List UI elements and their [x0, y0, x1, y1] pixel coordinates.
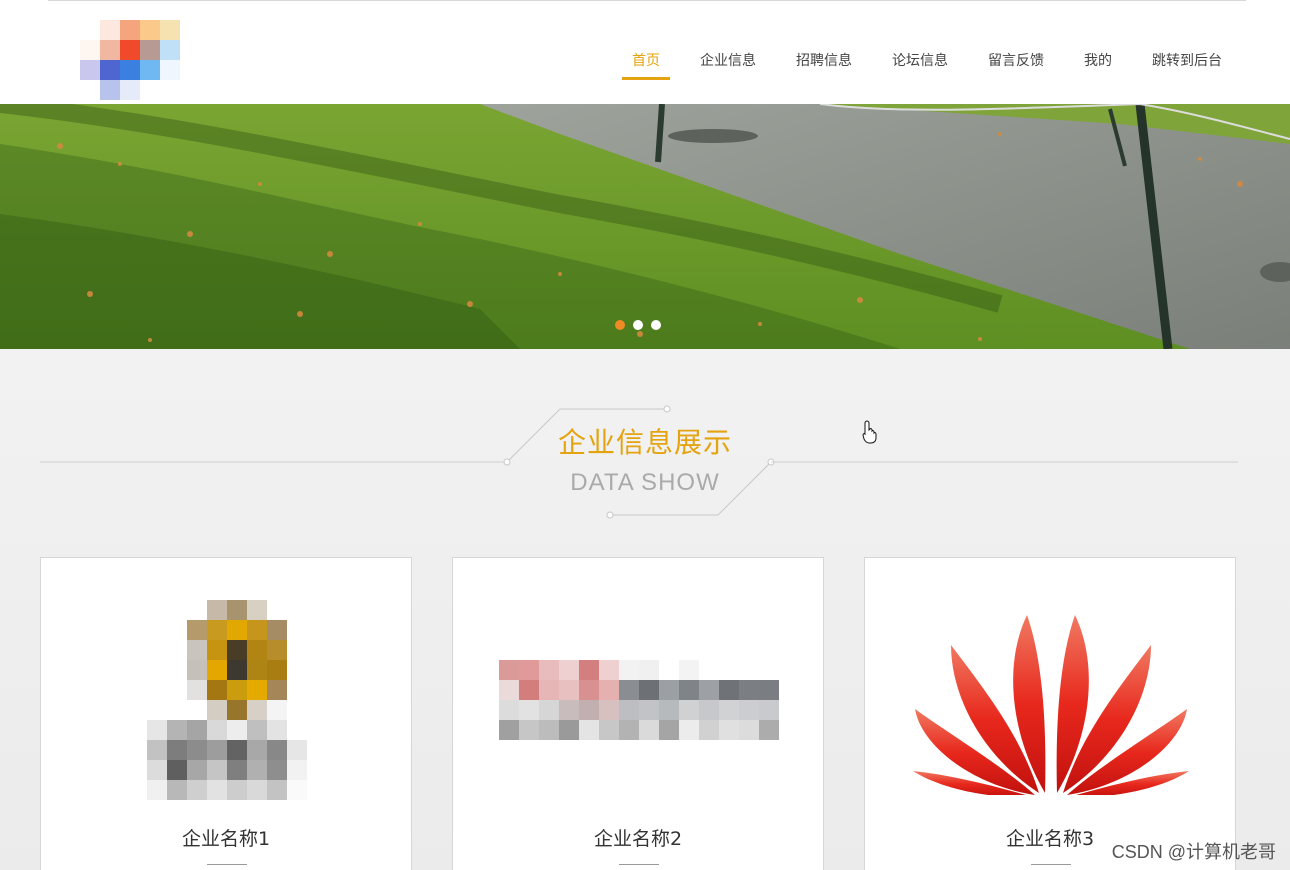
- card-divider: [619, 864, 659, 865]
- section-subtitle: DATA SHOW: [570, 469, 720, 496]
- nav-home[interactable]: 首页: [622, 38, 670, 80]
- card-divider: [207, 864, 247, 865]
- nav-admin[interactable]: 跳转到后台: [1142, 38, 1232, 80]
- section-title: 企业信息展示: [557, 426, 732, 459]
- company-showcase-section: 企业信息展示 DATA SHOW 企业名称1 企业名称2 企业名称3: [0, 349, 1290, 870]
- company-card-1[interactable]: 企业名称1: [40, 557, 412, 870]
- nav-mine[interactable]: 我的: [1074, 38, 1122, 80]
- company-card-3[interactable]: 企业名称3: [864, 557, 1236, 870]
- carousel-dot-1[interactable]: [615, 320, 625, 330]
- header-top-divider: [48, 0, 1246, 1]
- carousel-dots: [615, 320, 661, 330]
- blurred-logo-icon[interactable]: [80, 20, 180, 100]
- company-name: 企业名称1: [181, 828, 271, 850]
- company-name: 企业名称2: [593, 828, 683, 850]
- nav-recruitment[interactable]: 招聘信息: [786, 38, 862, 80]
- carousel-dot-3[interactable]: [651, 320, 661, 330]
- company-card-2[interactable]: 企业名称2: [452, 557, 824, 870]
- blurred-company-logo-icon: [493, 598, 785, 802]
- nav-company-info[interactable]: 企业信息: [690, 38, 766, 80]
- carousel-dot-2[interactable]: [633, 320, 643, 330]
- hero-carousel[interactable]: [0, 104, 1290, 349]
- nav-forum[interactable]: 论坛信息: [882, 38, 958, 80]
- card-divider: [1031, 864, 1071, 865]
- main-nav: 首页 企业信息 招聘信息 论坛信息 留言反馈 我的 跳转到后台: [602, 38, 1232, 80]
- site-header: 首页 企业信息 招聘信息 论坛信息 留言反馈 我的 跳转到后台: [0, 0, 1290, 104]
- watermark-text: CSDN @计算机老哥: [1111, 842, 1276, 862]
- grass-and-path-photo: [0, 104, 1290, 349]
- nav-feedback[interactable]: 留言反馈: [978, 38, 1054, 80]
- huawei-logo-icon: [905, 598, 1197, 802]
- blurred-company-logo-icon: [81, 598, 373, 802]
- hand-cursor-icon: [862, 420, 877, 444]
